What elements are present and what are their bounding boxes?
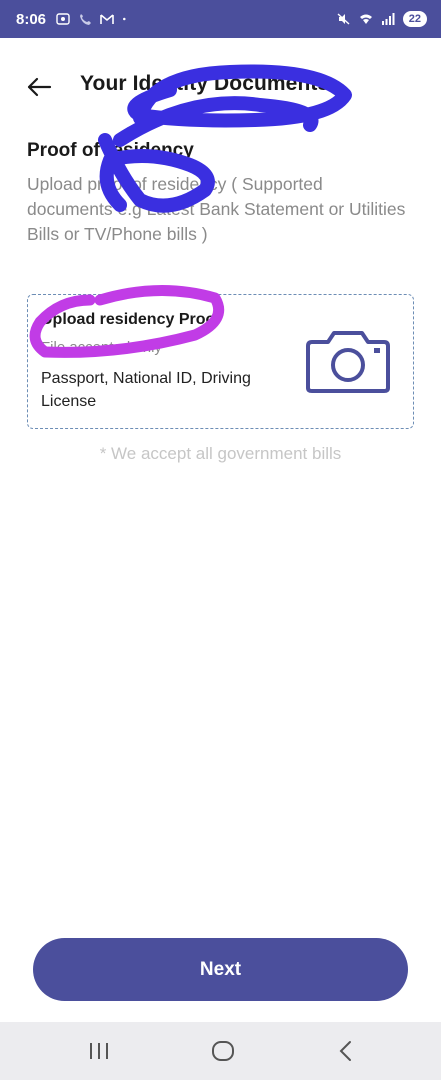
upload-formats: File accepted only — [41, 339, 162, 356]
screenshot-icon — [56, 13, 70, 25]
home-icon[interactable] — [210, 1039, 236, 1063]
back-nav-icon[interactable] — [336, 1039, 356, 1063]
status-right-icons: 22 — [337, 11, 427, 27]
arrow-left-icon[interactable] — [26, 74, 52, 100]
wifi-icon — [359, 14, 372, 24]
status-time: 8:06 — [16, 10, 47, 28]
notification-icons — [56, 13, 130, 25]
section-description: Upload proof of residency ( Supported do… — [27, 174, 406, 244]
recent-apps-icon[interactable] — [88, 1041, 110, 1061]
gmail-icon — [100, 14, 114, 24]
section-title: Proof of residency — [27, 140, 194, 161]
camera-icon[interactable] — [304, 328, 392, 394]
signal-icon — [381, 13, 395, 25]
dot-icon — [123, 17, 126, 21]
status-bar: 8:06 22 — [0, 0, 441, 38]
accepted-documents: Passport, National ID, Driving License — [41, 370, 251, 410]
accept-note: * We accept all government bills — [99, 444, 342, 463]
next-button[interactable]: Next — [33, 938, 408, 1001]
upload-title: Upload residency Proof — [41, 311, 221, 328]
system-nav-bar — [0, 1022, 441, 1080]
phone-call-icon — [80, 14, 92, 25]
app-header: Your Identity Documents — [0, 62, 441, 112]
mute-icon — [337, 13, 350, 25]
page-title: Your Identity Documents — [80, 72, 330, 95]
battery-indicator: 22 — [402, 11, 427, 27]
upload-residency-card[interactable]: Upload residency Proof File accepted onl… — [27, 294, 414, 429]
